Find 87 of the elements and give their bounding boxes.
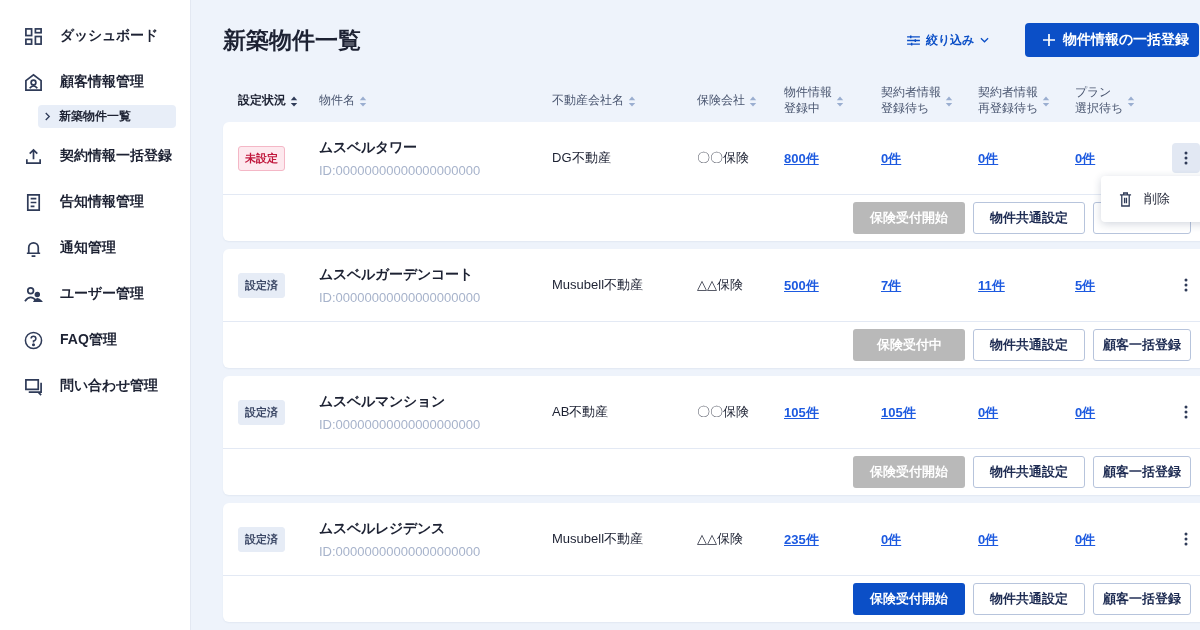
more-icon xyxy=(1184,532,1188,546)
plus-icon xyxy=(1043,34,1055,46)
more-icon xyxy=(1184,278,1188,292)
customer-bulk-button[interactable]: 顧客一括登録 xyxy=(1093,456,1191,488)
nav-item[interactable]: 通知管理 xyxy=(24,236,174,260)
nav-item[interactable]: 問い合わせ管理 xyxy=(24,374,174,398)
column-header[interactable]: 保険会社 xyxy=(697,93,745,109)
nav-item[interactable]: ダッシュボード xyxy=(24,24,174,48)
count-link[interactable]: 0件 xyxy=(881,150,902,166)
status-badge: 設定済 xyxy=(238,272,285,298)
more-icon xyxy=(1184,405,1188,419)
nav-item[interactable]: 顧客情報管理 xyxy=(24,70,174,94)
column-header[interactable]: 契約者情報 xyxy=(978,85,1038,101)
count-link[interactable]: 0件 xyxy=(1075,150,1096,166)
column-header[interactable]: 登録中 xyxy=(784,101,832,117)
count-link[interactable]: 11件 xyxy=(978,277,1005,293)
insurer-cell-text: 〇〇保険 xyxy=(697,149,750,167)
property-name: ムスベルガーデンコート xyxy=(319,265,474,284)
property-id: ID:00000000000000000000 xyxy=(319,162,482,178)
common-settings-button[interactable]: 物件共通設定 xyxy=(973,583,1085,615)
count-link[interactable]: 0件 xyxy=(978,531,999,547)
property-name: ムスベルレジデンス xyxy=(319,519,446,538)
column-header[interactable]: 登録待ち xyxy=(881,101,941,117)
column-header[interactable]: プラン xyxy=(1075,85,1123,101)
column-header[interactable]: 再登録待ち xyxy=(978,101,1038,117)
insurer-cell-text: 〇〇保険 xyxy=(697,403,750,421)
insurer-cell-text: △△保険 xyxy=(697,276,744,294)
nav-item[interactable]: 契約情報一括登録 xyxy=(24,144,174,168)
column-header[interactable]: 設定状況 xyxy=(238,93,286,109)
help-icon xyxy=(24,330,43,350)
column-header[interactable]: 物件名 xyxy=(319,93,355,109)
property-id: ID:00000000000000000000 xyxy=(319,416,482,432)
nav-item[interactable]: ユーザー管理 xyxy=(24,282,174,306)
company-cell-text: Musubell不動産 xyxy=(552,276,645,294)
count-link[interactable]: 7件 xyxy=(881,277,902,293)
page-title: 新築物件一覧 xyxy=(223,25,361,55)
delete-menu-item[interactable]: 削除 xyxy=(1101,182,1200,216)
customer-bulk-button[interactable]: 顧客一括登録 xyxy=(1093,329,1191,361)
column-header[interactable]: 物件情報 xyxy=(784,85,832,101)
more-button[interactable] xyxy=(1172,143,1200,173)
dashboard-icon xyxy=(24,26,43,46)
property-id: ID:00000000000000000000 xyxy=(319,543,482,559)
person-house-icon xyxy=(24,72,43,92)
upload-icon xyxy=(24,146,43,166)
common-settings-button[interactable]: 物件共通設定 xyxy=(973,202,1085,234)
company-cell-text: Musubell不動産 xyxy=(552,530,645,548)
chevron-icon xyxy=(44,112,51,121)
property-name: ムスベルマンション xyxy=(319,392,446,411)
chat-icon xyxy=(24,376,43,396)
column-header[interactable]: 選択待ち xyxy=(1075,101,1123,117)
document-icon xyxy=(24,192,43,212)
column-header[interactable]: 契約者情報 xyxy=(881,85,941,101)
bulk-register-button[interactable]: 物件情報の一括登録 xyxy=(1025,23,1199,57)
count-link[interactable]: 0件 xyxy=(978,404,999,420)
company-cell-text: AB不動産 xyxy=(552,403,610,421)
trash-icon xyxy=(1119,191,1132,207)
more-icon xyxy=(1184,151,1188,165)
common-settings-button[interactable]: 物件共通設定 xyxy=(973,456,1085,488)
caret-icon xyxy=(980,37,989,43)
customer-bulk-button[interactable]: 顧客一括登録 xyxy=(1093,583,1191,615)
count-link[interactable]: 0件 xyxy=(978,150,999,166)
nav-item[interactable]: FAQ管理 xyxy=(24,328,174,352)
property-name: ムスベルタワー xyxy=(319,138,418,157)
column-header[interactable]: 不動産会社名 xyxy=(552,93,624,109)
insurer-cell-text: △△保険 xyxy=(697,530,744,548)
status-badge: 未設定 xyxy=(238,145,285,171)
property-id: ID:00000000000000000000 xyxy=(319,289,482,305)
count-link[interactable]: 0件 xyxy=(1075,404,1096,420)
count-link[interactable]: 500件 xyxy=(784,277,819,293)
count-link[interactable]: 800件 xyxy=(784,150,819,166)
count-link[interactable]: 105件 xyxy=(784,404,819,420)
count-link[interactable]: 0件 xyxy=(881,531,902,547)
count-link[interactable]: 0件 xyxy=(1075,531,1096,547)
count-link[interactable]: 235件 xyxy=(784,531,819,547)
status-badge: 設定済 xyxy=(238,526,285,552)
count-link[interactable]: 5件 xyxy=(1075,277,1096,293)
start-insurance-button[interactable]: 保険受付開始 xyxy=(853,583,965,615)
company-cell-text: DG不動産 xyxy=(552,149,612,167)
sort-icon[interactable] xyxy=(290,95,298,107)
nav-item[interactable]: 告知情報管理 xyxy=(24,190,174,214)
common-settings-button[interactable]: 物件共通設定 xyxy=(973,329,1085,361)
users-icon xyxy=(24,284,43,304)
count-link[interactable]: 105件 xyxy=(881,404,916,420)
filter-icon xyxy=(907,34,920,46)
filter-button[interactable]: 絞り込み xyxy=(903,27,993,53)
nav-subitem[interactable]: 新築物件一覧 xyxy=(38,105,176,128)
status-badge: 設定済 xyxy=(238,399,285,425)
